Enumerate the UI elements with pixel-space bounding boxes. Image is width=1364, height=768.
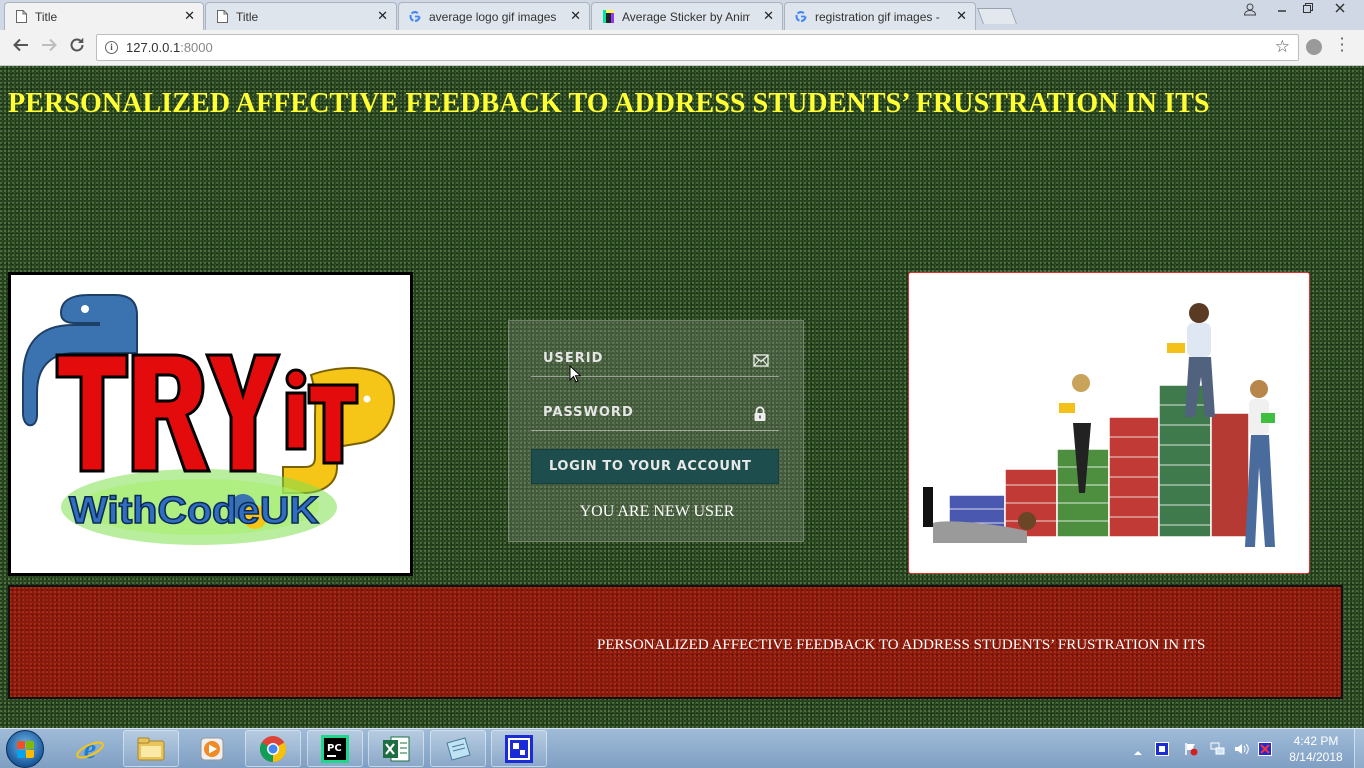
profile-icon[interactable] xyxy=(1238,2,1262,20)
tab-close-icon[interactable]: ✕ xyxy=(570,9,581,23)
tab-label: Title xyxy=(236,9,259,24)
show-desktop-button[interactable] xyxy=(1354,729,1364,768)
tab-label: Average Sticker by Anima xyxy=(622,9,750,24)
tab-title-2[interactable]: Title ✕ xyxy=(205,2,397,30)
document-icon xyxy=(15,10,27,24)
tab-average-logo[interactable]: average logo gif images ✕ xyxy=(398,2,590,30)
site-info-icon[interactable]: i xyxy=(105,41,118,54)
tray-app-icon[interactable] xyxy=(1155,741,1169,756)
students-illustration xyxy=(923,303,1275,547)
media-player-taskbar-button[interactable] xyxy=(184,730,240,767)
folder-icon xyxy=(137,737,165,760)
tab-close-icon[interactable]: ✕ xyxy=(377,9,388,23)
google-icon xyxy=(409,10,421,24)
tab-label: average logo gif images xyxy=(429,9,557,24)
envelope-icon xyxy=(753,352,769,367)
action-center-flag-icon[interactable] xyxy=(1184,741,1198,756)
notepad-taskbar-button[interactable] xyxy=(430,730,486,767)
minimize-icon[interactable] xyxy=(1270,2,1294,20)
google-icon xyxy=(795,10,807,24)
browser-toolbar: i 127.0.0.1:8000 ☆ · · · xyxy=(0,30,1364,66)
extension-icon[interactable] xyxy=(1306,39,1322,55)
new-tab-button[interactable] xyxy=(977,8,1017,24)
remote-app-icon xyxy=(505,734,533,763)
internet-explorer-taskbar-button[interactable]: e xyxy=(62,730,118,767)
url-port: :8000 xyxy=(180,40,213,55)
excel-icon xyxy=(383,736,410,761)
file-explorer-taskbar-button[interactable] xyxy=(123,730,179,767)
tab-close-icon[interactable]: ✕ xyxy=(184,9,195,23)
mouse-cursor-icon xyxy=(569,365,581,383)
password-field-wrap xyxy=(531,395,779,431)
back-arrow-icon[interactable] xyxy=(9,36,33,60)
footer-banner: PERSONALIZED AFFECTIVE FEEDBACK TO ADDRE… xyxy=(8,585,1343,699)
svg-text:e: e xyxy=(84,734,96,764)
excel-taskbar-button[interactable] xyxy=(368,730,424,767)
tab-strip: Title ✕ Title ✕ average logo gif images … xyxy=(0,0,1364,30)
svg-text:PC: PC xyxy=(327,743,342,754)
tab-registration-gif[interactable]: registration gif images - G ✕ xyxy=(784,2,976,30)
tab-title-1[interactable]: Title ✕ xyxy=(4,2,204,30)
withcode-lettering: WithCodeUK xyxy=(68,489,320,533)
tray-security-icon[interactable] xyxy=(1258,741,1272,756)
students-books-image xyxy=(908,272,1310,574)
reload-icon[interactable] xyxy=(65,36,89,60)
document-icon xyxy=(216,10,228,24)
tab-average-sticker[interactable]: Average Sticker by Anima ✕ xyxy=(591,2,783,30)
chrome-taskbar-button[interactable] xyxy=(245,730,301,767)
media-player-icon xyxy=(200,737,224,760)
tab-label: registration gif images - G xyxy=(815,9,943,24)
remote-app-taskbar-button[interactable] xyxy=(491,730,547,767)
scrolling-marquee-text: PERSONALIZED AFFECTIVE FEEDBACK TO ADDRE… xyxy=(597,637,1206,653)
address-bar[interactable]: i 127.0.0.1:8000 ☆ xyxy=(96,34,1299,61)
internet-explorer-icon: e xyxy=(76,734,104,764)
tray-expand-arrow-icon[interactable] xyxy=(1133,743,1147,757)
page-viewport: PERSONALIZED AFFECTIVE FEEDBACK TO ADDRE… xyxy=(0,66,1364,728)
page-headline: PERSONALIZED AFFECTIVE FEEDBACK TO ADDRE… xyxy=(8,88,1210,119)
giphy-icon xyxy=(602,10,614,24)
python-logo-icon: WithCodeUK xyxy=(22,294,396,545)
lock-icon xyxy=(753,406,769,421)
chrome-icon xyxy=(259,735,287,762)
bookmark-star-icon[interactable]: ☆ xyxy=(1275,37,1290,57)
restore-icon[interactable] xyxy=(1296,2,1320,20)
windows-logo-icon xyxy=(17,741,34,758)
login-form: LOGIN TO YOUR ACCOUNT YOU ARE NEW USER xyxy=(508,320,804,542)
tab-label: Title xyxy=(35,9,58,24)
try-lettering xyxy=(55,353,282,473)
url-host: 127.0.0.1 xyxy=(126,40,181,55)
logo-image: WithCodeUK xyxy=(8,272,413,576)
forward-arrow-icon[interactable] xyxy=(37,36,61,60)
browser-menu-icon[interactable]: · · · xyxy=(1336,31,1348,59)
system-clock[interactable]: 4:42 PM 8/14/2018 xyxy=(1283,733,1349,765)
login-button[interactable]: LOGIN TO YOUR ACCOUNT xyxy=(531,449,779,484)
notepad-icon xyxy=(446,736,471,761)
clock-time: 4:42 PM xyxy=(1293,734,1339,748)
pycharm-taskbar-button[interactable]: PC xyxy=(307,730,363,767)
clock-date: 8/14/2018 xyxy=(1289,750,1343,764)
new-user-link[interactable]: YOU ARE NEW USER xyxy=(509,503,805,521)
password-input[interactable] xyxy=(531,395,779,430)
svg-text:WithCodeUK: WithCodeUK xyxy=(69,490,320,532)
windows-taskbar: e PC 4:42 PM 8/14/2018 xyxy=(0,728,1364,768)
close-window-icon[interactable] xyxy=(1328,2,1352,20)
tab-close-icon[interactable]: ✕ xyxy=(763,9,774,23)
start-button[interactable] xyxy=(6,730,44,768)
tab-close-icon[interactable]: ✕ xyxy=(956,9,967,23)
volume-icon[interactable] xyxy=(1234,741,1249,755)
network-icon[interactable] xyxy=(1210,741,1225,755)
pycharm-icon: PC xyxy=(321,734,349,763)
